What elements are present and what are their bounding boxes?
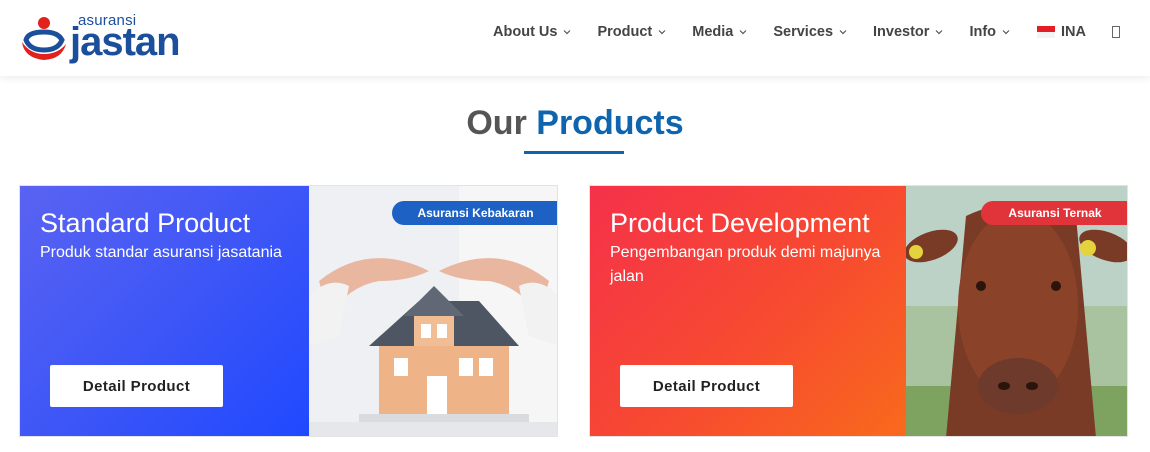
section-title-our: Our [466, 104, 527, 142]
nav-product[interactable]: Product [597, 24, 667, 40]
section-title: Our Products [0, 104, 1150, 143]
card-category-badge: Asuransi Ternak [981, 201, 1127, 225]
detail-product-button[interactable]: Detail Product [50, 365, 223, 407]
nav-about-us-label: About Us [493, 24, 558, 40]
language-label: INA [1061, 24, 1086, 40]
product-card-development-panel: Product Development Pengembangan produk … [590, 186, 906, 436]
site-header: asuransi jastan About Us Product Media S… [0, 0, 1150, 76]
main-nav: About Us Product Media Services Investor… [468, 0, 1120, 64]
nav-media[interactable]: Media [692, 24, 748, 40]
product-card-standard-panel: Standard Product Produk standar asuransi… [20, 186, 309, 436]
card-category-badge: Asuransi Kebakaran [392, 201, 557, 225]
chevron-down-icon [564, 30, 571, 35]
logo-text-jastan: jastan [70, 20, 181, 64]
chevron-down-icon [739, 30, 747, 35]
detail-product-button[interactable]: Detail Product [620, 365, 793, 407]
card-title: Product Development [610, 208, 870, 238]
card-subtitle: Produk standar asuransi jasatania [40, 244, 282, 261]
chevron-down-icon [839, 30, 847, 35]
nav-media-label: Media [692, 24, 734, 40]
card-subtitle: Pengembangan produk demi majunya jalan [610, 244, 881, 285]
product-card-development: Product Development Pengembangan produk … [589, 185, 1128, 437]
chevron-down-icon [658, 30, 666, 35]
jastan-logo-mark-icon [22, 17, 66, 60]
nav-services[interactable]: Services [773, 24, 848, 40]
chevron-down-icon [1002, 30, 1010, 35]
menu-toggle-icon[interactable] [1112, 26, 1120, 38]
jastan-logo[interactable]: asuransi jastan [18, 8, 208, 64]
chevron-down-icon [936, 30, 943, 35]
nav-info[interactable]: Info [969, 24, 1011, 40]
nav-services-label: Services [773, 24, 834, 40]
nav-about-us[interactable]: About Us [493, 24, 572, 40]
section-title-products: Products [536, 104, 684, 142]
nav-product-label: Product [597, 24, 653, 40]
title-underline [524, 151, 624, 154]
nav-investor[interactable]: Investor [873, 24, 944, 40]
language-selector[interactable]: INA [1037, 24, 1086, 40]
card-title: Standard Product [40, 208, 251, 238]
indonesia-flag-icon [1037, 26, 1056, 38]
nav-info-label: Info [969, 24, 997, 40]
product-card-standard: Standard Product Produk standar asuransi… [19, 185, 558, 437]
nav-investor-label: Investor [873, 24, 930, 40]
